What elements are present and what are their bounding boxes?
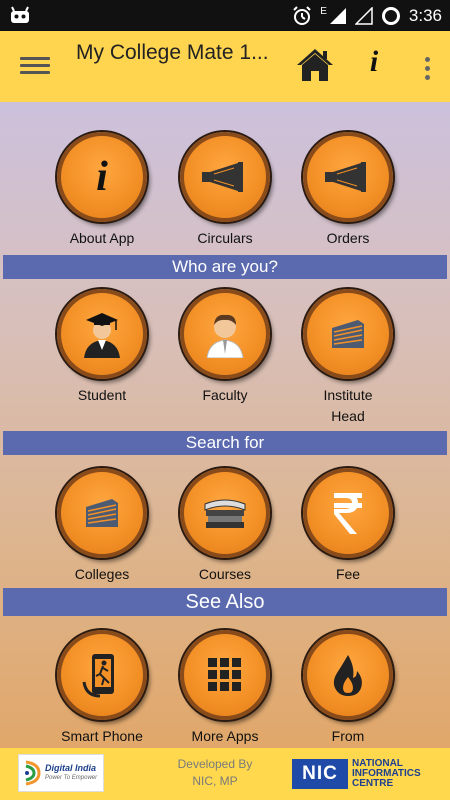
footer: Digital India Power To Empower Developed… (0, 748, 450, 800)
faculty-tile[interactable]: Faculty (165, 289, 285, 406)
section-search-for: Search for (3, 431, 447, 455)
nic-logo[interactable]: NIC NATIONAL INFORMATICS CENTRE (292, 758, 442, 790)
faculty-label: Faculty (202, 387, 248, 403)
digital-india-emblem-icon (25, 760, 41, 786)
rupee-icon (303, 468, 393, 558)
student-label: Student (77, 387, 127, 403)
orders-label: Orders (326, 230, 370, 246)
colleges-label: Colleges (74, 566, 130, 582)
fee-tile[interactable]: Fee (288, 468, 408, 585)
megaphone-icon (180, 132, 270, 222)
from-label: From (331, 728, 365, 744)
graduate-icon (57, 289, 147, 379)
orders-tile[interactable]: Orders (288, 132, 408, 249)
section-who-are-you: Who are you? (3, 255, 447, 279)
menu-icon[interactable] (20, 53, 50, 81)
info-button[interactable]: i (362, 45, 386, 85)
grid-apps-icon (180, 630, 270, 720)
digital-india-logo[interactable]: Digital India Power To Empower (18, 754, 104, 792)
institute-head-label: Institute Head (323, 387, 373, 424)
nic-line-3: CENTRE (352, 778, 394, 789)
signal-empty-icon (354, 6, 373, 25)
home-icon[interactable] (296, 47, 334, 83)
about-app-label: About App (69, 230, 135, 246)
nic-full-name: NATIONAL INFORMATICS CENTRE (352, 759, 421, 789)
student-tile[interactable]: Student (42, 289, 162, 406)
phone-runner-icon (57, 630, 147, 720)
from-tile[interactable]: From (288, 630, 408, 747)
megaphone-icon (303, 132, 393, 222)
more-apps-tile[interactable]: More Apps (165, 630, 285, 747)
android-debug-icon (11, 6, 29, 23)
courses-label: Courses (198, 566, 252, 582)
developer-name: NIC, MP (192, 774, 238, 788)
digital-india-text: Digital India (45, 763, 97, 773)
more-apps-label: More Apps (191, 728, 259, 744)
app-bar: My College Mate 1... i (0, 31, 450, 102)
flame-icon (303, 630, 393, 720)
courses-tile[interactable]: Courses (165, 468, 285, 585)
books-icon (180, 468, 270, 558)
alarm-icon (293, 5, 311, 25)
about-app-tile[interactable]: i About App (42, 132, 162, 249)
app-title: My College Mate 1... (76, 41, 269, 64)
building-icon (303, 289, 393, 379)
section-see-also: See Also (3, 588, 447, 616)
nic-short: NIC (292, 759, 348, 789)
overflow-menu-icon[interactable] (420, 55, 434, 81)
circulars-tile[interactable]: Circulars (165, 132, 285, 249)
building-icon (57, 468, 147, 558)
clock-time: 3:36 (408, 5, 442, 25)
info-icon: i (57, 132, 147, 222)
fee-label: Fee (335, 566, 361, 582)
network-type: E (320, 5, 327, 17)
developed-by-label: Developed By (177, 757, 253, 771)
battery-icon (381, 6, 400, 25)
smart-phone-tile[interactable]: Smart Phone (42, 630, 162, 747)
developed-by: Developed By NIC, MP (150, 756, 280, 790)
teacher-icon (180, 289, 270, 379)
digital-india-tagline: Power To Empower (45, 775, 98, 781)
colleges-tile[interactable]: Colleges (42, 468, 162, 585)
main-content: i About App Circulars Orders Who are you… (0, 102, 450, 748)
signal-icon (329, 7, 346, 24)
circulars-label: Circulars (197, 230, 253, 246)
status-bar: E 3:36 (0, 0, 450, 31)
institute-head-tile[interactable]: Institute Head (288, 289, 408, 427)
smart-phone-label: Smart Phone (61, 728, 143, 744)
